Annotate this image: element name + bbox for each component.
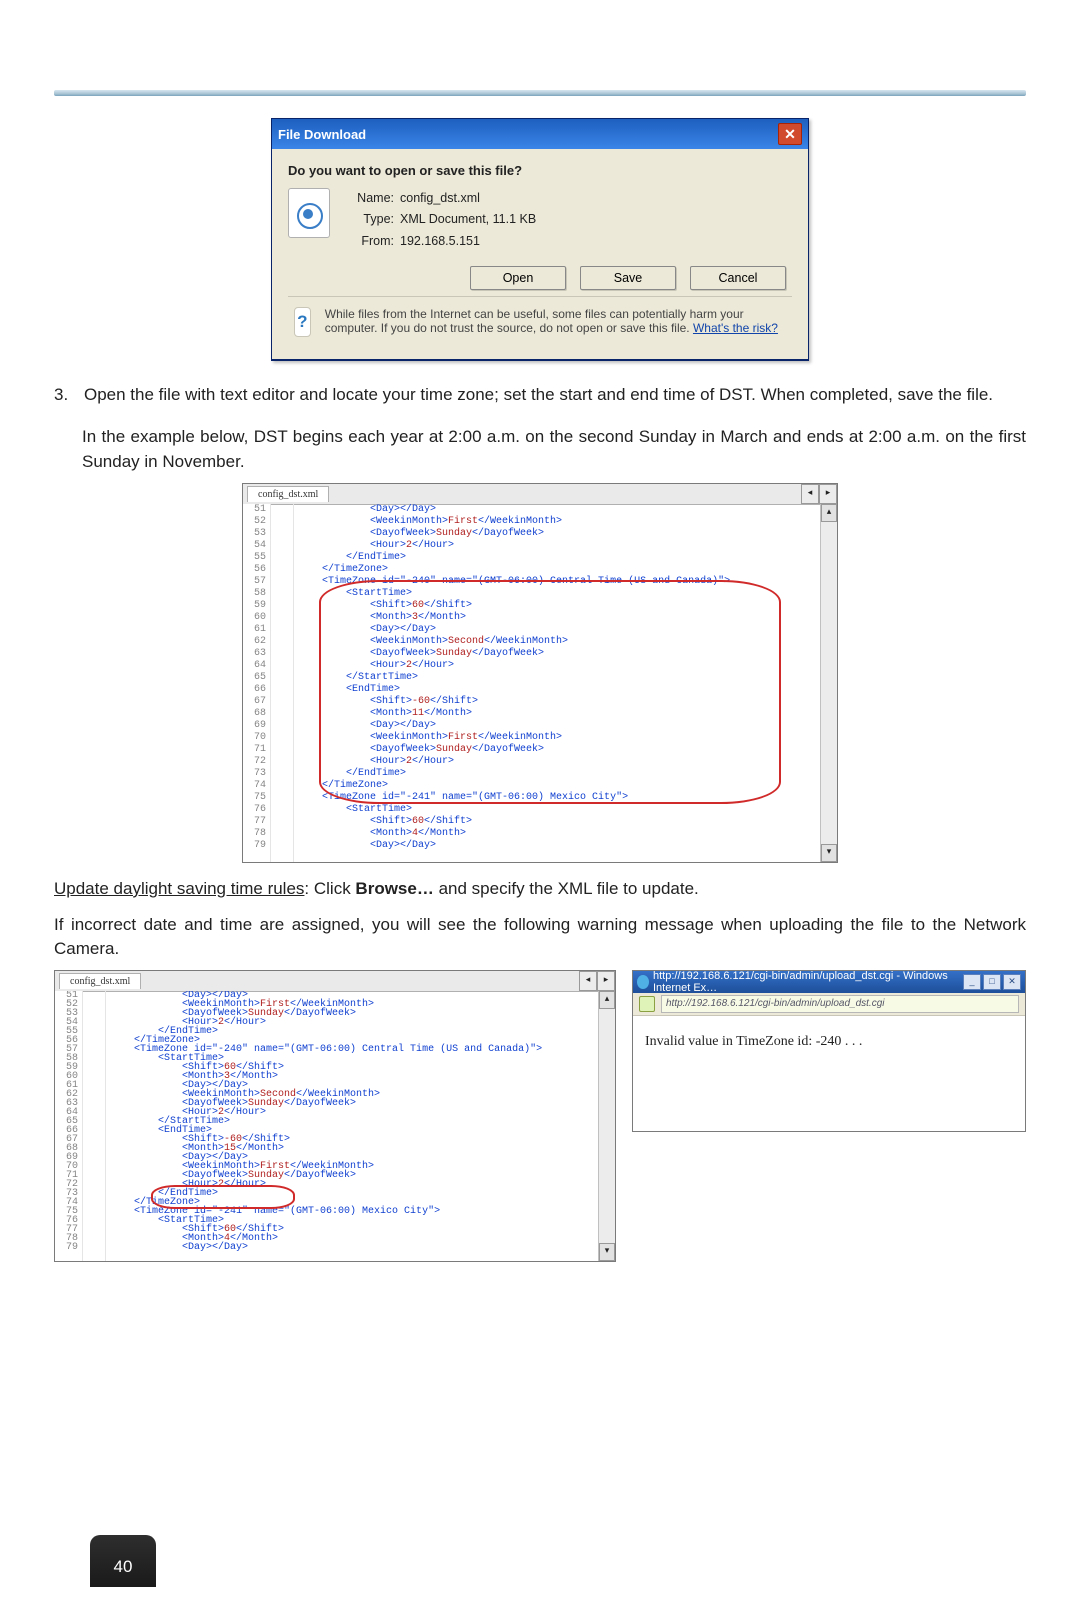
warning-text: While files from the Internet can be use… (325, 307, 786, 335)
scroll-down-icon[interactable]: ▾ (599, 1243, 615, 1261)
fold-tree-gutter (83, 991, 106, 1261)
ie-window-title: http://192.168.6.121/cgi-bin/admin/uploa… (653, 970, 963, 994)
scroll-up-icon[interactable]: ▴ (821, 504, 837, 522)
scroll-down-icon[interactable]: ▾ (821, 844, 837, 862)
ie-error-body: Invalid value in TimeZone id: -240 . . . (633, 1016, 1025, 1068)
close-icon: ✕ (784, 127, 796, 141)
type-label: Type: (346, 209, 394, 230)
browser-error-screenshot: http://192.168.6.121/cgi-bin/admin/uploa… (632, 970, 1026, 1132)
from-value: 192.168.5.151 (400, 234, 480, 248)
minimize-icon[interactable]: _ (963, 974, 981, 990)
page-number-tab: 40 (90, 1535, 156, 1587)
warning-icon: ? (294, 307, 311, 337)
file-type-icon (288, 188, 330, 238)
scroll-left-icon[interactable]: ◂ (579, 971, 597, 991)
xml-editor-screenshot-b: config_dst.xml ◂ ▸ 515253545556575859606… (54, 970, 616, 1262)
scroll-right-icon[interactable]: ▸ (819, 484, 837, 504)
close-icon[interactable]: ✕ (1003, 974, 1021, 990)
name-label: Name: (346, 188, 394, 209)
address-bar[interactable] (661, 995, 1019, 1013)
step3-para2: In the example below, DST begins each ye… (82, 425, 1026, 474)
file-info: Name: config_dst.xml Type: XML Document, 1… (346, 188, 536, 252)
dialog-title: File Download (278, 127, 366, 142)
dialog-close-button[interactable]: ✕ (778, 123, 802, 145)
xml-editor-screenshot-a: config_dst.xml ◂ ▸ 515253545556575859606… (242, 483, 838, 863)
incorrect-text: If incorrect date and time are assigned,… (54, 913, 1026, 962)
open-button[interactable]: Open (470, 266, 566, 290)
vertical-scrollbar[interactable]: ▴ ▾ (598, 991, 615, 1261)
editor-tab[interactable]: config_dst.xml (59, 973, 141, 989)
editor-tab[interactable]: config_dst.xml (247, 486, 329, 502)
ie-page-icon (639, 996, 655, 1012)
step3-text: Open the file with text editor and locat… (84, 383, 993, 408)
save-button[interactable]: Save (580, 266, 676, 290)
code-area: <Day></Day> <WeekinMonth>First</WeekinMo… (106, 991, 599, 1261)
file-download-dialog: File Download ✕ Do you want to open or s… (271, 118, 809, 361)
scroll-right-icon[interactable]: ▸ (597, 971, 615, 991)
type-value: XML Document, 11.1 KB (400, 212, 536, 226)
header-separator (54, 90, 1026, 96)
ie-icon (637, 975, 649, 989)
scroll-up-icon[interactable]: ▴ (599, 991, 615, 1009)
dialog-question: Do you want to open or save this file? (288, 163, 792, 178)
from-label: From: (346, 231, 394, 252)
update-rules-line: Update daylight saving time rules: Click… (54, 879, 1026, 899)
fold-tree-gutter (271, 504, 294, 862)
line-number-gutter: 5152535455565758596061626364656667686970… (55, 991, 83, 1261)
whats-the-risk-link[interactable]: What's the risk? (693, 321, 778, 335)
line-number-gutter: 5152535455565758596061626364656667686970… (243, 504, 271, 862)
maximize-icon[interactable]: □ (983, 974, 1001, 990)
dialog-titlebar: File Download ✕ (272, 119, 808, 149)
code-area: <Day></Day> <WeekinMonth>First</WeekinMo… (294, 504, 821, 862)
name-value: config_dst.xml (400, 191, 480, 205)
vertical-scrollbar[interactable]: ▴ ▾ (820, 504, 837, 862)
scroll-left-icon[interactable]: ◂ (801, 484, 819, 504)
cancel-button[interactable]: Cancel (690, 266, 786, 290)
step-number: 3. (54, 383, 76, 408)
